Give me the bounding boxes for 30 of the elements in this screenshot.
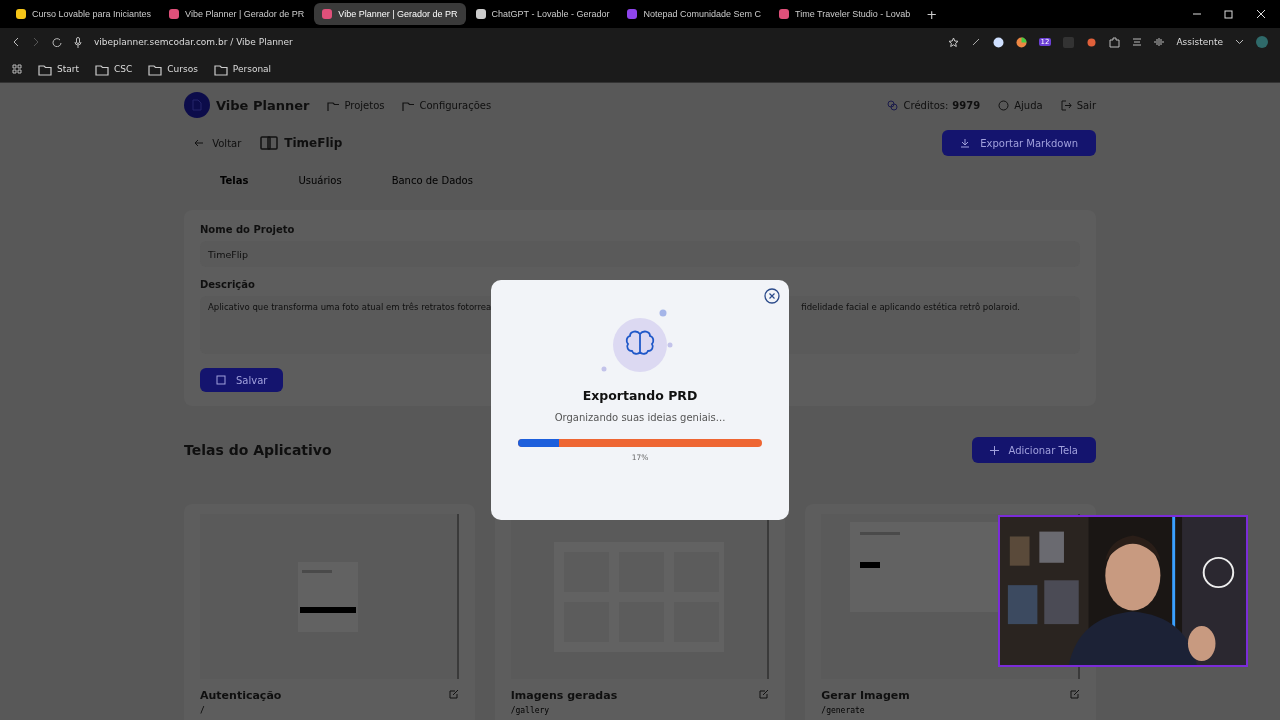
browser-tab[interactable]: Notepad Comunidade Sem C [619, 3, 770, 25]
screen-name: Imagens geradas [510, 689, 618, 702]
browser-tab[interactable]: Curso Lovable para Iniciantes [8, 3, 160, 25]
dialog-title: Exportando PRD [582, 388, 698, 403]
assistant-button[interactable]: Assistente [1176, 37, 1223, 47]
field-label: Descrição [200, 279, 256, 290]
screen-route: /gallery [510, 706, 551, 715]
section-title: Telas do Aplicativo [184, 442, 332, 458]
field-label: Nome do Projeto [200, 224, 296, 235]
bookmark-item[interactable]: Cursos [148, 62, 198, 76]
browser-tab[interactable]: Time Traveler Studio - Lovab [771, 3, 919, 25]
screen-route: /generate [821, 706, 866, 715]
new-tab-button[interactable]: + [926, 6, 938, 22]
screen-name: Autenticação [200, 689, 282, 702]
address-bar[interactable]: vibeplanner.semcodar.com.br / Vibe Planner [94, 37, 936, 47]
dialog-subtitle: Organizando suas ideias geniais... [554, 412, 726, 423]
project-name: TimeFlip [284, 136, 343, 150]
browser-tab[interactable]: Vibe Planner | Gerador de PR [314, 3, 466, 25]
browser-tab[interactable]: Vibe Planner | Gerador de PR [161, 3, 313, 25]
screen-route: / [200, 706, 206, 715]
bookmark-item[interactable]: CSC [95, 62, 133, 76]
credits-label: Créditos: [903, 99, 949, 111]
bookmark-item[interactable]: Start [38, 62, 79, 76]
bookmark-item[interactable]: Personal [213, 62, 272, 76]
credits-value: 9979 [952, 99, 981, 111]
browser-tab[interactable]: ChatGPT - Lovable - Gerador [467, 3, 618, 25]
screen-name: Gerar Imagem [821, 689, 910, 702]
save-button[interactable]: Salvar [200, 368, 284, 392]
export-markdown-button[interactable]: Exportar Markdown [942, 130, 1096, 156]
add-screen-button[interactable]: Adicionar Tela [971, 437, 1096, 463]
